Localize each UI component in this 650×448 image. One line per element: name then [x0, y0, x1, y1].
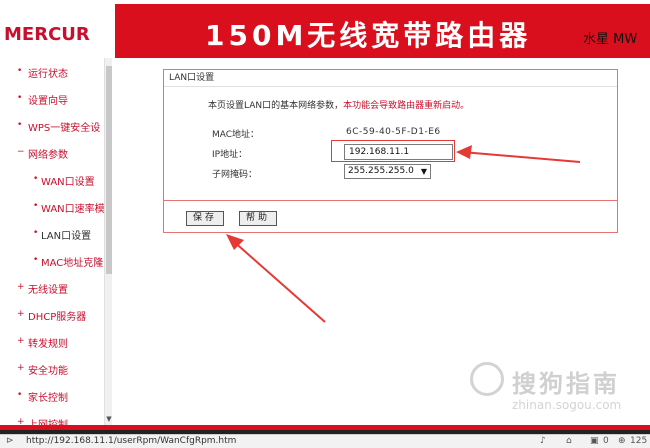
sogou-watermark: 搜狗指南 zhinan.sogou.com [470, 356, 640, 416]
watermark-url: zhinan.sogou.com [512, 398, 622, 412]
status-url: http://192.168.11.1/userRpm/WanCfgRpm.ht… [26, 436, 237, 446]
watermark-text: 搜狗指南 [512, 370, 620, 398]
page-icon: ⊳ [6, 436, 14, 446]
router-admin-page: MERCUR 150M无线宽带路由器 水星 MW • 运行状态 • 设置向导 •… [0, 0, 650, 448]
download-count: 0 [603, 436, 609, 446]
lock-icon[interactable]: ⌂ [566, 436, 572, 446]
zoom-icon[interactable]: ⊕ [618, 436, 626, 446]
arrow-to-ip-input [456, 145, 581, 163]
speaker-icon[interactable]: ♪ [540, 436, 546, 446]
arrow-to-save-button [226, 234, 326, 323]
browser-status-bar: ⊳ http://192.168.11.1/userRpm/WanCfgRpm.… [0, 434, 650, 448]
zoom-level[interactable]: 125 [630, 436, 647, 446]
download-icon[interactable]: ▣ [590, 436, 599, 446]
sogou-logo-icon [470, 362, 504, 396]
